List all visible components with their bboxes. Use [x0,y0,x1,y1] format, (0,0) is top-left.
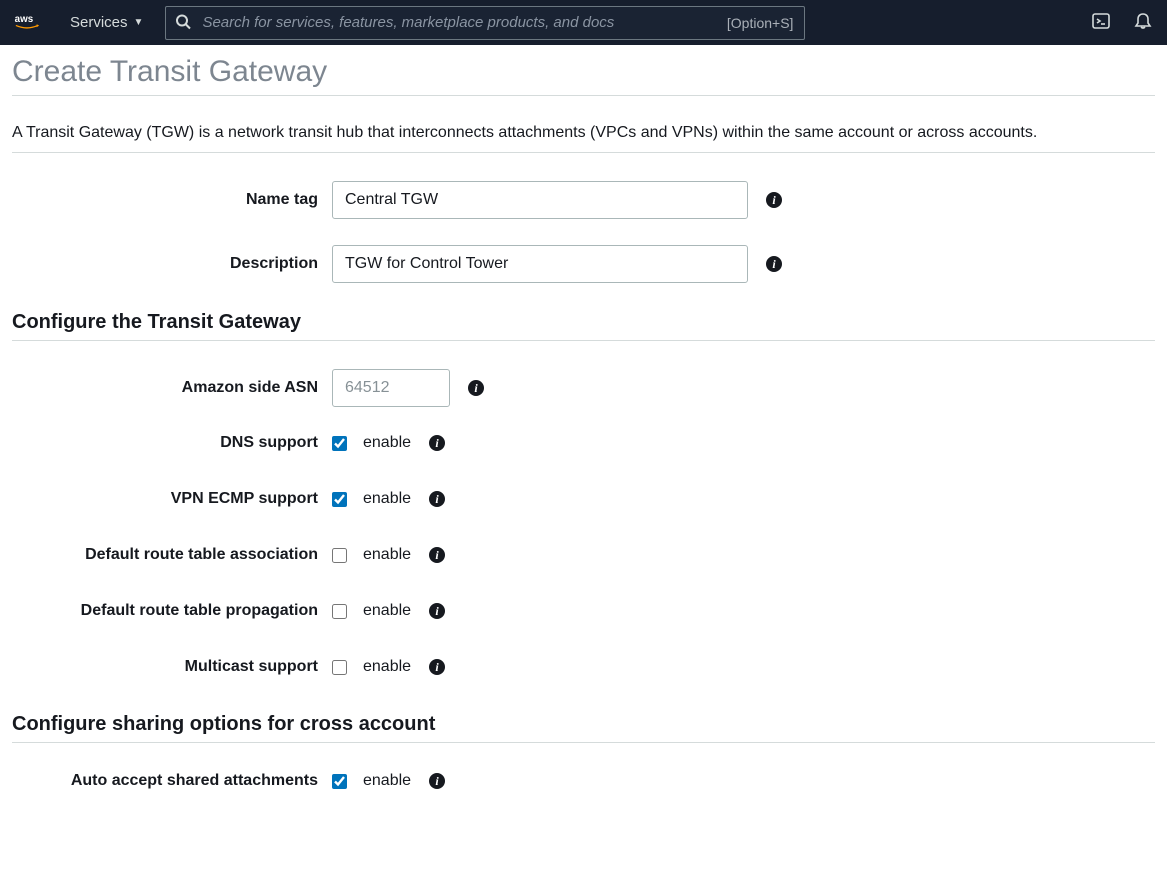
checkbox-multicast[interactable] [332,660,347,675]
services-label: Services [70,14,128,31]
notifications-icon[interactable] [1133,11,1153,34]
label-description: Description [12,255,332,273]
info-icon[interactable]: i [427,601,447,621]
row-default-assoc: Default route table association enable i [12,545,1155,565]
topnav-right [1091,11,1153,34]
enable-text: enable [363,772,411,790]
label-multicast: Multicast support [12,658,332,676]
info-icon[interactable]: i [466,378,486,398]
search-shortcut: [Option+S] [727,15,794,31]
enable-text: enable [363,546,411,564]
row-dns-support: DNS support enable i [12,433,1155,453]
label-vpn-ecmp: VPN ECMP support [12,490,332,508]
label-default-prop: Default route table propagation [12,602,332,620]
search-input[interactable] [165,6,805,40]
info-icon[interactable]: i [427,657,447,677]
page-title: Create Transit Gateway [12,55,1155,96]
row-asn: Amazon side ASN i [12,369,1155,407]
input-description[interactable] [332,245,748,283]
input-asn[interactable] [332,369,450,407]
page-intro: A Transit Gateway (TGW) is a network tra… [12,124,1155,153]
aws-logo[interactable]: aws [14,12,52,34]
section-sharing: Configure sharing options for cross acco… [12,713,1155,743]
checkbox-default-prop[interactable] [332,604,347,619]
info-icon[interactable]: i [764,190,784,210]
row-multicast: Multicast support enable i [12,657,1155,677]
row-vpn-ecmp: VPN ECMP support enable i [12,489,1155,509]
checkbox-auto-accept[interactable] [332,774,347,789]
search-icon [175,13,191,32]
input-name-tag[interactable] [332,181,748,219]
page-body: Create Transit Gateway A Transit Gateway… [0,45,1167,867]
search-container: [Option+S] [165,6,805,40]
label-name-tag: Name tag [12,191,332,209]
info-icon[interactable]: i [427,771,447,791]
chevron-down-icon: ▼ [134,17,144,28]
info-icon[interactable]: i [764,254,784,274]
row-name-tag: Name tag i [12,181,1155,219]
enable-text: enable [363,434,411,452]
top-nav: aws Services ▼ [Option+S] [0,0,1167,45]
label-dns-support: DNS support [12,434,332,452]
checkbox-dns-support[interactable] [332,436,347,451]
enable-text: enable [363,490,411,508]
enable-text: enable [363,658,411,676]
checkbox-default-assoc[interactable] [332,548,347,563]
row-default-prop: Default route table propagation enable i [12,601,1155,621]
info-icon[interactable]: i [427,489,447,509]
info-icon[interactable]: i [427,433,447,453]
label-auto-accept: Auto accept shared attachments [12,772,332,790]
services-menu[interactable]: Services ▼ [70,14,143,31]
row-description: Description i [12,245,1155,283]
section-configure-tgw: Configure the Transit Gateway [12,311,1155,341]
row-auto-accept: Auto accept shared attachments enable i [12,771,1155,791]
info-icon[interactable]: i [427,545,447,565]
cloudshell-icon[interactable] [1091,11,1111,34]
svg-text:aws: aws [15,13,34,24]
label-default-assoc: Default route table association [12,546,332,564]
enable-text: enable [363,602,411,620]
label-asn: Amazon side ASN [12,379,332,397]
checkbox-vpn-ecmp[interactable] [332,492,347,507]
